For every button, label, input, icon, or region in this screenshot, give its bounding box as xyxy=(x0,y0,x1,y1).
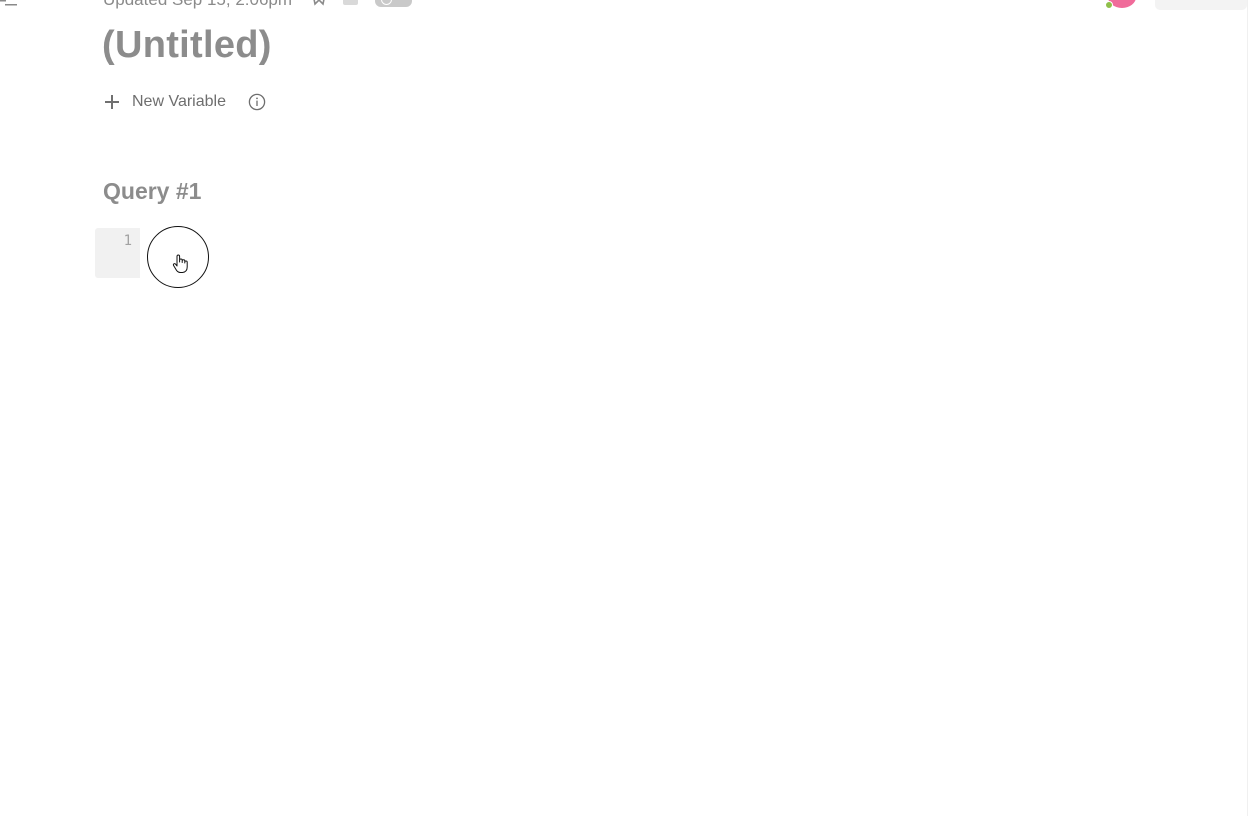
updated-timestamp: Updated Sep 15, 2:06pm xyxy=(103,0,292,10)
top-right-button[interactable] xyxy=(1155,0,1247,10)
page-title[interactable]: (Untitled) xyxy=(102,24,272,67)
plus-icon xyxy=(105,95,119,109)
info-icon[interactable] xyxy=(248,93,266,111)
menu-icon[interactable] xyxy=(0,0,18,6)
share-icon xyxy=(381,0,392,5)
share-button[interactable] xyxy=(375,0,412,7)
query-code-area[interactable] xyxy=(140,228,695,278)
folder-icon[interactable] xyxy=(343,0,358,5)
query-title[interactable]: Query #1 xyxy=(103,178,201,205)
presence-indicator xyxy=(1105,1,1113,9)
window-edge xyxy=(1247,0,1248,816)
new-variable-label: New Variable xyxy=(132,93,226,110)
query-editor: 1 xyxy=(95,228,695,278)
top-bar: Updated Sep 15, 2:06pm xyxy=(0,0,1254,14)
star-icon[interactable] xyxy=(312,0,326,6)
line-number-gutter: 1 xyxy=(95,228,140,278)
new-variable-button[interactable]: New Variable xyxy=(105,90,226,114)
line-number: 1 xyxy=(123,233,132,249)
